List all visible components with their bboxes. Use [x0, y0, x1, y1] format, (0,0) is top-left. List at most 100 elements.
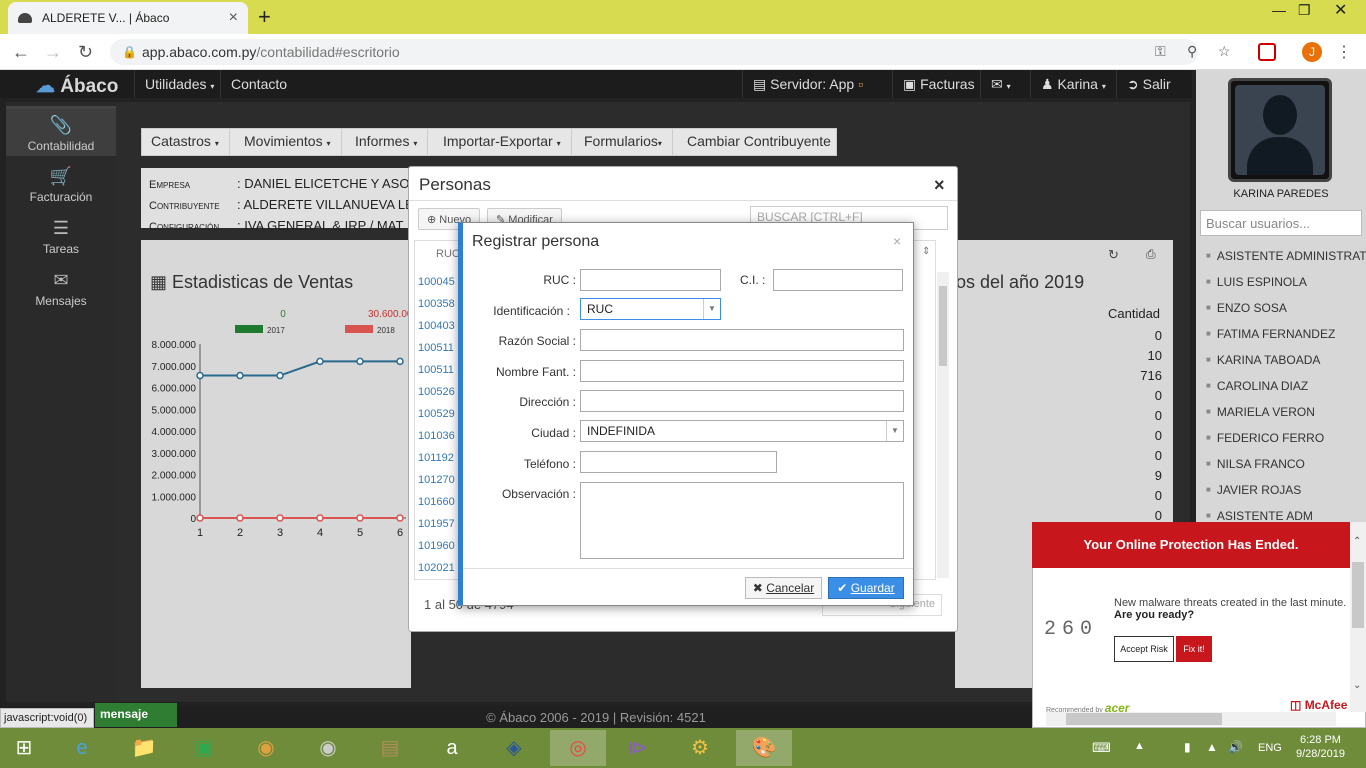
mysql-icon[interactable]: ◈ — [492, 730, 536, 766]
url-field[interactable]: 🔒 app.abaco.com.py/contabilidad#escritor… — [110, 39, 1231, 65]
menu-importar-exportar[interactable]: Importar-Exportar ▾ — [433, 128, 572, 156]
accept-risk-button[interactable]: Accept Risk — [1114, 636, 1174, 662]
user-list-item[interactable]: ASISTENTE ADM — [1206, 509, 1366, 523]
start-icon[interactable]: ⊞ — [2, 730, 46, 766]
user-list-item[interactable]: FATIMA FERNANDEZ — [1206, 327, 1366, 341]
menu-movimientos[interactable]: Movimientos ▾ — [234, 128, 342, 156]
paint-icon[interactable]: 🎨 — [736, 730, 792, 766]
nav-utilidades[interactable]: Utilidades ▾ — [134, 70, 224, 98]
extension-icon[interactable] — [1258, 43, 1276, 61]
battery-icon[interactable]: ▮ — [1184, 740, 1191, 754]
app-icon[interactable]: ◉ — [244, 730, 288, 766]
doc-icon[interactable]: ▤ — [368, 730, 412, 766]
personas-row[interactable]: 100358 — [418, 298, 458, 310]
new-tab-icon[interactable]: + — [258, 4, 271, 30]
visual-studio-icon[interactable]: ⧐ — [616, 730, 660, 766]
menu-informes[interactable]: Informes ▾ — [345, 128, 429, 156]
direccion-input[interactable] — [580, 390, 904, 412]
chevron-down-icon[interactable]: ⌄ — [1353, 680, 1361, 691]
ie-icon[interactable]: e — [60, 730, 104, 766]
close-icon[interactable]: × — [934, 175, 945, 196]
ruc-input[interactable] — [580, 269, 721, 291]
user-list-item[interactable]: FEDERICO FERRO — [1206, 431, 1366, 445]
minimize-icon[interactable]: — — [1272, 2, 1286, 18]
back-icon[interactable]: ← — [12, 42, 30, 63]
close-icon[interactable]: × — [893, 233, 901, 249]
wifi-icon[interactable]: ▲ — [1206, 740, 1218, 754]
profile-avatar[interactable]: J — [1302, 42, 1322, 62]
menu-formularios[interactable]: Formularios▾ — [574, 128, 673, 156]
sidebar-item-contabilidad[interactable]: 📎 Contabilidad — [6, 106, 116, 156]
clock[interactable]: 6:28 PM 9/28/2019 — [1296, 733, 1345, 761]
menu-catastros[interactable]: Catastros ▾ — [141, 128, 230, 156]
close-window-icon[interactable]: ✕ — [1334, 0, 1347, 20]
user-list-item[interactable]: ASISTENTE ADMINISTRAT... — [1206, 249, 1366, 263]
sort-icon[interactable]: ⇕ — [922, 246, 930, 257]
mcafee-hscrollbar[interactable] — [1046, 712, 1336, 726]
forward-icon[interactable]: → — [44, 42, 62, 63]
ci-input[interactable] — [773, 269, 903, 291]
user-list-item[interactable]: JAVIER ROJAS — [1206, 483, 1366, 497]
folder-icon[interactable]: 📁 — [122, 730, 166, 766]
personas-row[interactable]: 100045 — [418, 276, 458, 288]
observacion-textarea[interactable] — [580, 482, 904, 559]
keyboard-icon[interactable]: ⌨ — [1092, 740, 1111, 756]
sidebar-item-tareas[interactable]: ☰ Tareas — [6, 218, 116, 256]
menu-cambiar-contribuyente[interactable]: Cambiar Contribuyente — [677, 128, 841, 156]
browser-tab[interactable]: ALDERETE V... | Ábaco × — [8, 2, 248, 34]
message-tab[interactable]: mensaje — [95, 703, 177, 727]
personas-row[interactable]: 102021 — [418, 562, 458, 574]
personas-row[interactable]: 101957 — [418, 518, 458, 530]
fix-it-button[interactable]: Fix it! — [1176, 636, 1212, 662]
nav-user[interactable]: ♟ Karina ▾ — [1030, 70, 1116, 98]
nav-salir[interactable]: ➲ Salir — [1116, 70, 1181, 98]
user-list-item[interactable]: MARIELA VERON — [1206, 405, 1366, 419]
personas-row[interactable]: 101036 — [418, 430, 458, 442]
zoom-icon[interactable]: ⚲ — [1187, 43, 1197, 60]
print-icon[interactable]: ⎙ — [1146, 247, 1156, 262]
personas-scrollbar[interactable] — [937, 272, 949, 578]
personas-row[interactable]: 100511 — [418, 364, 458, 376]
guardar-button[interactable]: ✔ Guardar — [828, 577, 904, 599]
personas-row[interactable]: 101960 — [418, 540, 458, 552]
sidebar-item-mensajes[interactable]: ✉ Mensajes — [6, 270, 116, 308]
volume-icon[interactable]: 🔊 — [1228, 740, 1243, 754]
mcafee-scrollbar[interactable]: ⌃ ⌄ — [1350, 522, 1366, 712]
personas-row[interactable]: 100526 — [418, 386, 458, 398]
nav-contacto[interactable]: Contacto — [220, 70, 297, 98]
personas-row[interactable]: 101660 — [418, 496, 458, 508]
ciudad-select[interactable]: INDEFINIDA ▼ — [580, 420, 904, 442]
nav-facturas[interactable]: ▣ Facturas — [892, 70, 985, 98]
razon-social-input[interactable] — [580, 329, 904, 351]
telefono-input[interactable] — [580, 451, 777, 473]
identificacion-select[interactable]: RUC ▼ — [580, 298, 721, 320]
user-list-item[interactable]: CAROLINA DIAZ — [1206, 379, 1366, 393]
personas-row[interactable]: 100403 — [418, 320, 458, 332]
sidebar-item-facturacion[interactable]: 🛒 Facturación — [6, 166, 116, 204]
language-indicator[interactable]: ENG — [1258, 742, 1282, 754]
tools-icon[interactable]: ⚙ — [678, 730, 722, 766]
close-tab-icon[interactable]: × — [229, 9, 238, 27]
user-list-item[interactable]: ENZO SOSA — [1206, 301, 1366, 315]
chevron-up-icon[interactable]: ⌃ — [1353, 536, 1361, 547]
user-list-item[interactable]: NILSA FRANCO — [1206, 457, 1366, 471]
speaker-icon[interactable]: ◉ — [306, 730, 350, 766]
refresh-icon[interactable]: ↻ — [1108, 247, 1119, 263]
chrome-icon[interactable]: ◎ — [550, 730, 606, 766]
user-list-item[interactable]: LUIS ESPINOLA — [1206, 275, 1366, 289]
maximize-icon[interactable]: ❐ — [1298, 2, 1311, 19]
menu-dots-icon[interactable]: ⋮ — [1336, 42, 1352, 62]
nombre-fant-input[interactable] — [580, 360, 904, 382]
cancelar-button[interactable]: ✖ Cancelar — [745, 577, 822, 599]
reload-icon[interactable]: ↻ — [78, 42, 93, 63]
nav-servidor[interactable]: ▤ Servidor: App ▫ — [742, 70, 892, 98]
tray-up-icon[interactable]: ▲ — [1134, 740, 1145, 752]
key-icon[interactable]: ⚿ — [1155, 43, 1166, 60]
store-icon[interactable]: ▣ — [182, 730, 226, 766]
user-search-input[interactable]: Buscar usuarios... — [1200, 210, 1362, 236]
amazon-icon[interactable]: a — [430, 730, 474, 766]
user-list-item[interactable]: KARINA TABOADA — [1206, 353, 1366, 367]
personas-row[interactable]: 100529 — [418, 408, 458, 420]
app-logo[interactable]: ☁ Ábaco — [36, 75, 118, 98]
personas-row[interactable]: 101192 — [418, 452, 458, 464]
